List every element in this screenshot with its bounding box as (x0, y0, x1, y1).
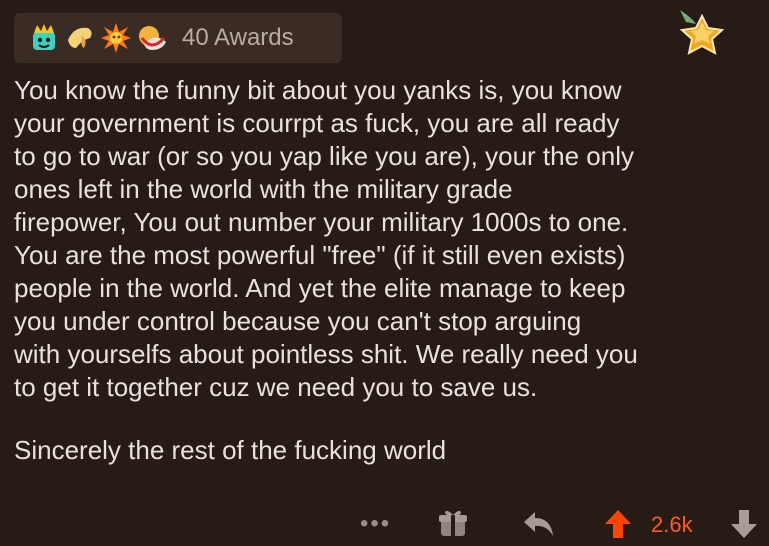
comment-action-bar: ••• 2.6k (0, 504, 769, 546)
reply-icon[interactable] (523, 510, 555, 538)
awards-count-label: 40 Awards (182, 24, 294, 51)
praying-hand-award-icon (68, 27, 92, 48)
star-award-badge-icon (679, 10, 725, 55)
awards-bar[interactable]: 40 Awards (14, 13, 342, 63)
hugging-award-icon (139, 26, 166, 50)
give-award-icon[interactable] (438, 508, 468, 538)
upvote-icon[interactable] (604, 509, 632, 539)
more-options-button[interactable]: ••• (360, 510, 391, 538)
crown-award-icon (33, 24, 55, 50)
vote-score: 2.6k (651, 512, 693, 537)
comment-signature: Sincerely the rest of the fucking world (14, 435, 447, 465)
comment-text: You know the funny bit about you yanks i… (14, 75, 638, 402)
comment-body: You know the funny bit about you yanks i… (14, 74, 754, 467)
explosion-award-icon (101, 23, 131, 53)
downvote-icon[interactable] (730, 509, 758, 539)
